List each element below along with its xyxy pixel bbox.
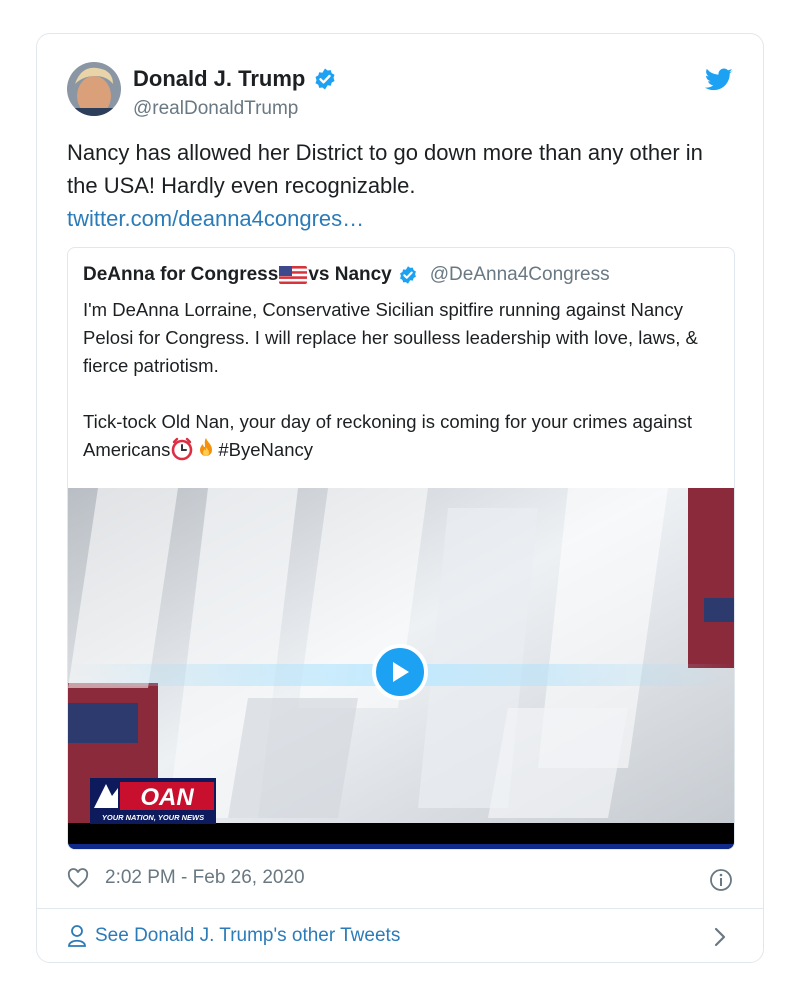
tweet-timestamp[interactable]: 2:02 PM - Feb 26, 2020 bbox=[105, 867, 305, 889]
quoted-tweet-header: DeAnna for Congress vs Nancy @DeAnna4Con… bbox=[83, 264, 610, 286]
oan-logo: OAN YOUR NATION, YOUR NEWS bbox=[90, 778, 216, 824]
info-icon[interactable] bbox=[709, 868, 733, 892]
video-thumbnail[interactable]: OAN YOUR NATION, YOUR NEWS bbox=[68, 488, 734, 849]
heart-icon[interactable] bbox=[67, 868, 89, 888]
quoted-verified-badge-icon bbox=[399, 266, 416, 284]
quoted-tweet-text: I'm DeAnna Lorraine, Conservative Sicili… bbox=[83, 296, 723, 464]
verified-badge-icon bbox=[315, 68, 335, 90]
see-more-tweets-link[interactable]: See Donald J. Trump's other Tweets bbox=[67, 924, 400, 948]
quoted-paragraph-1: I'm DeAnna Lorraine, Conservative Sicili… bbox=[83, 299, 698, 376]
tweet-link[interactable]: twitter.com/deanna4congres… bbox=[67, 202, 737, 235]
person-icon bbox=[68, 925, 86, 947]
fire-emoji bbox=[200, 438, 213, 456]
author-avatar[interactable] bbox=[67, 62, 121, 116]
tweet-meta: 2:02 PM - Feb 26, 2020 bbox=[67, 867, 305, 889]
embedded-tweet-card: Donald J. Trump @realDonaldTrump Nancy h… bbox=[36, 33, 764, 963]
author-handle[interactable]: @realDonaldTrump bbox=[133, 98, 337, 120]
quoted-tweet[interactable]: DeAnna for Congress vs Nancy @DeAnna4Con… bbox=[67, 247, 735, 850]
hashtag-link[interactable]: #ByeNancy bbox=[218, 439, 313, 460]
chevron-right-icon[interactable] bbox=[713, 926, 727, 948]
tweet-text: Nancy has allowed her District to go dow… bbox=[67, 140, 703, 198]
quoted-paragraph-2: Tick-tock Old Nan, your day of reckoning… bbox=[83, 411, 693, 461]
play-button[interactable] bbox=[372, 644, 428, 700]
quoted-author-handle[interactable]: @DeAnna4Congress bbox=[430, 264, 610, 286]
play-icon bbox=[393, 662, 409, 682]
svg-text:OAN: OAN bbox=[140, 784, 194, 811]
author-block: Donald J. Trump @realDonaldTrump bbox=[133, 64, 337, 120]
twitter-bird-icon[interactable] bbox=[705, 68, 733, 92]
author-name[interactable]: Donald J. Trump bbox=[133, 66, 305, 92]
footer-divider bbox=[37, 908, 763, 909]
alarm-clock-emoji bbox=[172, 437, 193, 461]
see-more-label: See Donald J. Trump's other Tweets bbox=[95, 925, 401, 946]
tweet-body: Nancy has allowed her District to go dow… bbox=[67, 136, 737, 235]
svg-text:YOUR NATION, YOUR NEWS: YOUR NATION, YOUR NEWS bbox=[102, 813, 204, 822]
us-flag-icon bbox=[279, 265, 308, 284]
quoted-author-name[interactable]: DeAnna for Congress vs Nancy bbox=[83, 264, 392, 286]
